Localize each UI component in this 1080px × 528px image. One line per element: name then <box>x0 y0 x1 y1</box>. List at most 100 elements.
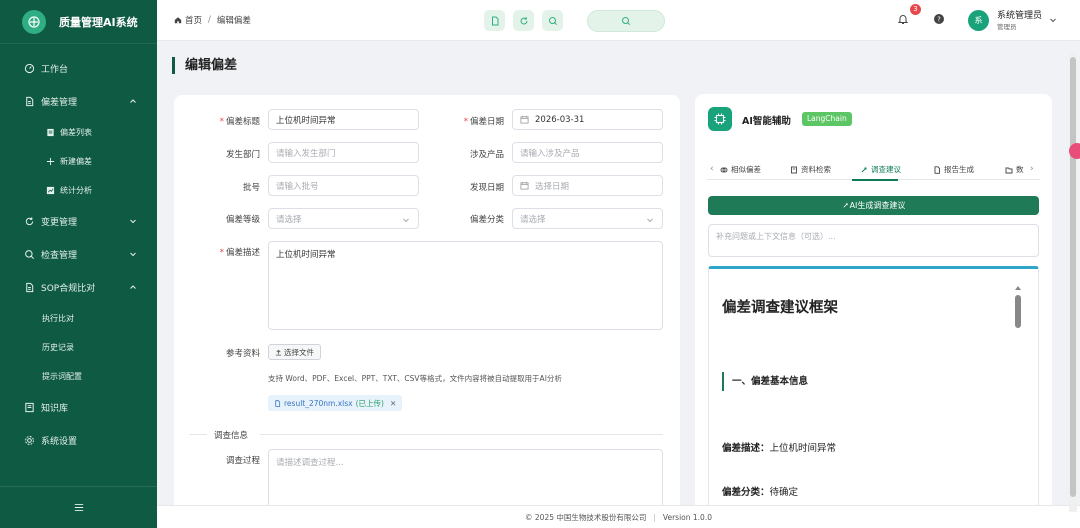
uploaded-file[interactable]: result_270nm.xlsx (已上传) ✕ <box>268 395 403 411</box>
sidebar-item-sop[interactable]: SOP合规比对 <box>0 271 157 304</box>
bell-icon[interactable] <box>897 13 909 25</box>
found-date-picker[interactable]: 选择日期 <box>512 175 663 196</box>
level-select-value: 请选择 <box>276 214 302 225</box>
breadcrumb-home[interactable]: 首页 <box>185 14 202 26</box>
sidebar-item-label: 知识库 <box>41 404 69 414</box>
sidebar-item-label: 检查管理 <box>41 251 78 261</box>
sidebar-item-label: 执行比对 <box>42 314 74 323</box>
sidebar-item-label: 偏差列表 <box>60 128 92 137</box>
chevron-down-icon <box>403 218 409 223</box>
result-scrollbar-thumb[interactable] <box>1015 295 1021 328</box>
title-label: * 偏差标题 <box>219 117 260 127</box>
reference-label: 参考资料 <box>225 349 260 359</box>
title-input[interactable]: 上位机时间异常 <box>268 109 419 130</box>
ai-generate-button[interactable]: AI生成调查建议 <box>708 196 1039 215</box>
sidebar-item-deviation[interactable]: 偏差管理 <box>0 85 157 118</box>
sidebar-item-settings[interactable]: 系统设置 <box>0 424 157 457</box>
tab-report[interactable]: 报告生成 <box>933 164 974 175</box>
active-tab-indicator <box>852 179 898 181</box>
sidebar-item-knowledge[interactable]: 知识库 <box>0 391 157 424</box>
sidebar-item-workbench[interactable]: 工作台 <box>0 52 157 85</box>
ai-result-panel: 偏差调查建议框架 一、偏差基本信息 偏差描述：上位机时间异常 偏差分类：待确定 <box>708 266 1039 515</box>
date-label: * 偏差日期 <box>463 117 504 127</box>
batch-input[interactable]: 请输入批号 <box>268 175 419 196</box>
tab-material-search[interactable]: 资料检索 <box>790 164 831 175</box>
sidebar-item-new-deviation[interactable]: 新建偏差 <box>0 147 157 176</box>
description-textarea[interactable]: 上位机时间异常 <box>268 241 663 330</box>
sidebar-item-change[interactable]: 变更管理 <box>0 205 157 238</box>
sidebar: 质量管理AI系统 工作台 偏差管理 偏差列表 新建偏差 统计分析 变更管理 检查… <box>0 0 157 528</box>
floating-action-button[interactable] <box>1069 143 1080 159</box>
user-role: 管理员 <box>997 23 1017 31</box>
select-file-button[interactable]: 选择文件 <box>268 344 321 360</box>
file-status: (已上传) <box>355 398 384 408</box>
search-tool-button[interactable] <box>542 10 563 31</box>
document-icon <box>23 96 35 108</box>
document-tool-button[interactable] <box>484 10 505 31</box>
tabs-next-icon[interactable]: › <box>1030 164 1034 174</box>
level-label: 偏差等级 <box>225 215 260 225</box>
calendar-icon <box>520 181 529 190</box>
page-scrollbar-thumb[interactable] <box>1070 57 1076 497</box>
tab-data[interactable]: 数 <box>1005 164 1024 175</box>
sidebar-item-label: 工作台 <box>41 65 69 75</box>
chart-icon <box>45 186 55 196</box>
file-name: result_270nm.xlsx <box>284 398 353 408</box>
context-textarea[interactable]: 补充问题或上下文信息（可选）... <box>708 224 1039 257</box>
sparkle-icon <box>843 203 848 208</box>
sidebar-menu: 工作台 偏差管理 偏差列表 新建偏差 统计分析 变更管理 检查管理 SOP合规比… <box>0 44 157 457</box>
category-select-value: 请选择 <box>520 214 546 225</box>
deviation-date-picker[interactable]: 2026-03-31 <box>512 109 663 130</box>
sidebar-item-label: 统计分析 <box>60 186 92 195</box>
ai-tabs: 相似偏差 资料检索 调查建议 报告生成 数 <box>707 160 1040 180</box>
date-value: 2026-03-31 <box>535 114 585 125</box>
tab-investigation-advice[interactable]: 调查建议 <box>860 164 901 175</box>
collapse-sidebar-button[interactable] <box>0 486 157 528</box>
upload-icon <box>275 349 282 356</box>
langchain-badge: LangChain <box>802 112 852 126</box>
sidebar-item-inspection[interactable]: 检查管理 <box>0 238 157 271</box>
section-divider <box>260 434 663 435</box>
notification-badge: 3 <box>910 4 921 15</box>
sidebar-item-execute-compare[interactable]: 执行比对 <box>0 304 157 333</box>
breadcrumb-current: 编辑偏差 <box>216 16 251 26</box>
remove-file-icon[interactable]: ✕ <box>390 399 396 408</box>
tab-label: 资料检索 <box>801 165 831 174</box>
refresh-icon <box>520 16 528 24</box>
chevron-down-icon[interactable] <box>1049 16 1057 24</box>
page-footer: © 2025 中国生物技术股份有限公司 | Version 1.0.0 <box>157 505 1080 528</box>
sidebar-item-label: 新建偏差 <box>60 157 92 166</box>
result-line-description: 偏差描述：上位机时间异常 <box>722 443 837 454</box>
category-select[interactable]: 请选择 <box>512 208 663 229</box>
brand: 质量管理AI系统 <box>0 0 157 44</box>
calendar-icon <box>520 115 529 124</box>
plus-icon <box>45 157 55 167</box>
search-icon <box>548 16 557 25</box>
select-file-label: 选择文件 <box>284 347 314 357</box>
tab-label: 报告生成 <box>944 165 974 174</box>
link-icon <box>720 167 728 172</box>
user-name[interactable]: 系统管理员 <box>997 12 1042 21</box>
chevron-down-icon <box>130 252 136 257</box>
global-search[interactable] <box>587 10 665 32</box>
sidebar-item-prompt-config[interactable]: 提示词配置 <box>0 362 157 391</box>
avatar[interactable]: 系 <box>968 10 989 31</box>
sidebar-item-label: 偏差管理 <box>41 98 78 108</box>
chip-icon <box>708 107 732 131</box>
level-select[interactable]: 请选择 <box>268 208 419 229</box>
sidebar-item-history[interactable]: 历史记录 <box>0 333 157 362</box>
refresh-button[interactable] <box>513 10 534 31</box>
sidebar-item-deviation-list[interactable]: 偏差列表 <box>0 118 157 147</box>
result-heading: 偏差调查建议框架 <box>722 300 838 316</box>
footer-separator: | <box>653 512 656 522</box>
tab-similar[interactable]: 相似偏差 <box>720 164 761 175</box>
help-icon[interactable]: ? <box>933 13 945 25</box>
chevron-down-icon <box>130 219 136 224</box>
sidebar-item-label: 变更管理 <box>41 218 78 228</box>
version: Version 1.0.0 <box>662 512 712 522</box>
sidebar-item-statistics[interactable]: 统计分析 <box>0 176 157 205</box>
product-label: 涉及产品 <box>469 150 504 160</box>
product-input[interactable]: 请输入涉及产品 <box>512 142 663 163</box>
chevron-up-icon <box>130 99 136 103</box>
dept-input[interactable]: 请输入发生部门 <box>268 142 419 163</box>
